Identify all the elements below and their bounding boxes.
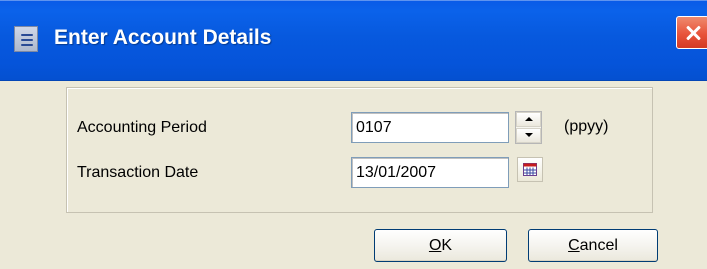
spinner-up-icon xyxy=(525,117,533,121)
dialog-window: Enter Account Details Accounting Period … xyxy=(0,0,707,269)
dialog-content: Accounting Period 0107 (ppyy) Transactio… xyxy=(0,81,707,269)
system-menu-line xyxy=(21,39,33,41)
ok-button-label-rest: K xyxy=(441,237,453,254)
cancel-button[interactable]: Cancel xyxy=(528,229,658,262)
close-button[interactable] xyxy=(676,16,707,49)
accounting-period-spinner[interactable] xyxy=(515,111,542,144)
account-details-group xyxy=(66,87,653,213)
system-menu-line xyxy=(21,34,33,36)
period-format-hint: (ppyy) xyxy=(564,118,609,135)
calendar-icon xyxy=(523,163,537,176)
cancel-button-mnemonic: C xyxy=(568,237,580,254)
spinner-down-button[interactable] xyxy=(516,128,541,143)
spinner-down-icon xyxy=(525,133,533,137)
window-title: Enter Account Details xyxy=(54,26,272,49)
transaction-date-label: Transaction Date xyxy=(77,164,199,181)
title-bar[interactable]: Enter Account Details xyxy=(0,0,707,81)
system-menu-line xyxy=(21,44,33,46)
accounting-period-input[interactable]: 0107 xyxy=(351,112,509,143)
cancel-button-label-rest: ancel xyxy=(579,237,618,254)
ok-button[interactable]: OK xyxy=(374,229,507,262)
ok-button-mnemonic: O xyxy=(428,237,442,254)
system-menu-icon[interactable] xyxy=(14,26,38,52)
calendar-button[interactable] xyxy=(517,157,543,182)
transaction-date-input[interactable]: 13/01/2007 xyxy=(351,157,509,188)
accounting-period-label: Accounting Period xyxy=(77,119,207,136)
spinner-up-button[interactable] xyxy=(516,112,541,127)
